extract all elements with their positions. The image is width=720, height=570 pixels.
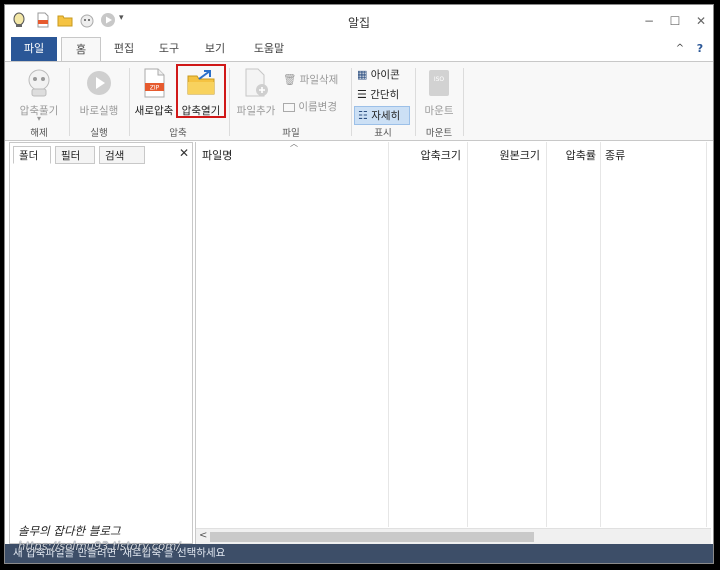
iso-disk-icon: ISO <box>429 70 449 96</box>
grid-view-icon: ▦ <box>357 68 368 81</box>
svg-text:ZIP: ZIP <box>150 85 160 92</box>
trash-icon: 🗑 <box>283 74 297 86</box>
add-file-label: 파일추가 <box>236 105 276 117</box>
close-button[interactable]: ✕ <box>691 11 711 31</box>
scroll-left-icon[interactable]: < <box>199 530 207 541</box>
mount-button[interactable]: ISO 마운트 <box>417 66 461 124</box>
add-file-button[interactable]: 파일추가 <box>231 66 281 124</box>
highlight-box <box>176 64 226 118</box>
divider <box>69 68 70 136</box>
tab-folder[interactable]: 폴더 <box>13 146 51 164</box>
window-title: 알집 <box>347 16 371 30</box>
file-list[interactable]: ︿ 파일명 압축크기 원본크기 압축률 종류 < <box>195 139 711 544</box>
close-pane-icon[interactable]: ✕ <box>179 146 189 160</box>
view-detail-label: 자세히 <box>371 110 401 122</box>
tab-file[interactable]: 파일 <box>11 37 57 61</box>
detail-list-icon: ☷ <box>358 109 368 122</box>
new-archive-button[interactable]: ZIP 새로압축 <box>131 66 177 124</box>
mount-label: 마운트 <box>424 105 454 117</box>
watermark-title: 솔무의 잡다한 블로그 <box>18 524 121 538</box>
watermark-url: https://solmu93.tistory.com/ <box>18 539 181 553</box>
rename-label: 이름변경 <box>298 101 337 113</box>
extract-dropdown-icon[interactable]: ▾ <box>11 114 67 123</box>
play-run-icon <box>87 71 111 95</box>
tab-filter[interactable]: 필터 <box>55 146 95 164</box>
group-label-extract: 해제 <box>30 128 48 139</box>
minimize-button[interactable]: − <box>639 11 659 31</box>
column-ratio[interactable]: 압축률 <box>547 142 601 527</box>
blog-watermark: 솔무의 잡다한 블로그 https://solmu93.tistory.com/ <box>18 524 180 554</box>
group-label-file: 파일 <box>282 128 300 139</box>
ribbon-tab-bar: 파일 홈 편집 도구 보기 도움말 ^ ? <box>5 37 713 62</box>
tab-edit[interactable]: 편집 <box>105 37 143 61</box>
add-file-icon <box>245 68 268 97</box>
divider <box>129 68 130 136</box>
view-simple-label: 간단히 <box>370 89 400 101</box>
divider <box>415 68 416 136</box>
ribbon-collapse-icon[interactable]: ^ <box>673 37 687 61</box>
group-label-mount: 마운트 <box>425 128 453 139</box>
ribbon: 압축풀기 ▾ 해제 바로실행 실행 ZIP 새로압축 압축열기 압축 파일추가 … <box>5 61 713 141</box>
horizontal-scrollbar[interactable]: < <box>196 528 711 544</box>
column-header-ratio: 압축률 <box>565 149 596 162</box>
run-label: 바로실행 <box>79 105 119 117</box>
maximize-button[interactable]: ☐ <box>665 11 685 31</box>
column-type[interactable]: 종류 <box>601 142 707 527</box>
column-original-size[interactable]: 원본크기 <box>468 142 547 527</box>
run-button[interactable]: 바로실행 <box>71 66 127 124</box>
alzip-window: ▾ 알집 − ☐ ✕ 파일 홈 편집 도구 보기 도움말 ^ ? 압축풀기 ▾ … <box>4 4 714 564</box>
title-bar: ▾ 알집 − ☐ ✕ <box>5 5 713 37</box>
group-label-run: 실행 <box>90 128 108 139</box>
delete-file-button[interactable]: 🗑 파일삭제 <box>283 72 338 87</box>
help-icon[interactable]: ? <box>693 37 707 61</box>
mascot-extract-icon <box>28 69 50 97</box>
tab-view[interactable]: 보기 <box>196 37 234 61</box>
column-header-type: 종류 <box>605 149 626 162</box>
divider <box>463 68 464 136</box>
view-detail-button[interactable]: ☷ 자세히 <box>354 106 410 125</box>
svg-text:ISO: ISO <box>434 76 445 83</box>
rename-icon <box>283 102 295 112</box>
view-icon-label: 아이콘 <box>370 69 400 81</box>
group-label-display: 표시 <box>374 128 392 139</box>
extract-button[interactable]: 압축풀기 ▾ <box>11 66 67 124</box>
column-header-compressed-size: 압축크기 <box>420 149 461 162</box>
view-simple-button[interactable]: ☰ 간단히 <box>357 87 399 102</box>
tab-help[interactable]: 도움말 <box>245 37 293 61</box>
view-icon-button[interactable]: ▦ 아이콘 <box>357 67 400 82</box>
zip-archive-icon: ZIP <box>144 68 165 98</box>
tab-search[interactable]: 검색 <box>99 146 145 164</box>
column-filename[interactable]: 파일명 <box>196 142 389 527</box>
left-pane: 폴더 필터 검색 ✕ <box>9 142 193 544</box>
tab-home[interactable]: 홈 <box>61 37 101 62</box>
simple-list-icon: ☰ <box>357 88 367 101</box>
delete-file-label: 파일삭제 <box>299 74 339 86</box>
group-label-archive: 압축 <box>169 128 187 139</box>
tab-tools[interactable]: 도구 <box>150 37 188 61</box>
column-compressed-size[interactable]: 압축크기 <box>389 142 468 527</box>
scrollbar-thumb[interactable] <box>210 532 534 542</box>
column-header-filename: 파일명 <box>202 149 233 162</box>
divider <box>229 68 230 136</box>
rename-button[interactable]: 이름변경 <box>283 99 337 114</box>
column-header-original-size: 원본크기 <box>499 149 540 162</box>
new-archive-label: 새로압축 <box>134 105 174 117</box>
divider <box>351 68 352 136</box>
